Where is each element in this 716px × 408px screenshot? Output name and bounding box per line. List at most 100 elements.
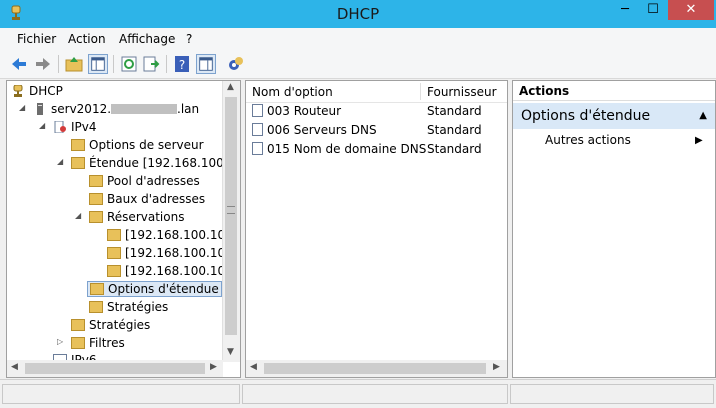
option-icon xyxy=(252,104,263,117)
collapsed-arrow-icon[interactable]: ▷ xyxy=(57,337,63,346)
dhcp-tools-icon[interactable] xyxy=(226,54,246,74)
actions-group-scope-options[interactable]: Options d'étendue ▲ xyxy=(513,103,715,129)
tree-node-address-pool[interactable]: Pool d'adresses xyxy=(89,173,200,189)
scroll-grip-icon xyxy=(227,206,235,214)
scroll-right-arrow-icon[interactable]: ▶ xyxy=(493,362,500,372)
actions-group-label: Options d'étendue xyxy=(521,108,651,124)
show-hide-console-tree-icon[interactable] xyxy=(88,54,108,74)
tree-label-scope-options: Options d'étendue xyxy=(108,282,219,296)
scroll-thumb[interactable] xyxy=(264,363,486,374)
scroll-thumb[interactable] xyxy=(225,97,237,335)
more-actions-label: Autres actions xyxy=(545,133,631,147)
expanded-arrow-icon[interactable]: ◢ xyxy=(39,121,45,130)
folder-icon xyxy=(90,283,104,295)
console-tree[interactable]: DHCP ◢ serv2012. .lan ◢ IPv4 Options de s… xyxy=(6,80,241,378)
expanded-arrow-icon[interactable]: ◢ xyxy=(57,157,63,166)
reservation-icon xyxy=(107,265,121,277)
scroll-thumb[interactable] xyxy=(25,363,205,374)
tree-node-reservation[interactable]: [192.168.100.104] r xyxy=(107,227,240,243)
list-item[interactable]: 006 Serveurs DNS xyxy=(252,121,377,139)
window-title: DHCP xyxy=(336,5,380,23)
export-list-icon[interactable] xyxy=(141,54,161,74)
tree-label-ipv4: IPv4 xyxy=(71,120,97,134)
status-bar xyxy=(0,379,716,408)
tree-node-server[interactable]: serv2012. .lan xyxy=(33,101,199,117)
tree-label-server-options: Options de serveur xyxy=(89,138,204,152)
menu-fichier[interactable]: Fichier xyxy=(17,32,56,46)
refresh-icon[interactable] xyxy=(119,54,139,74)
menu-action[interactable]: Action xyxy=(68,32,106,46)
scroll-up-arrow-icon[interactable]: ▲ xyxy=(227,82,234,92)
tree-node-scope-options[interactable]: Options d'étendue xyxy=(87,281,222,297)
scroll-right-arrow-icon[interactable]: ▶ xyxy=(210,362,217,372)
list-item[interactable]: 015 Nom de domaine DNS xyxy=(252,140,426,158)
more-actions-item[interactable]: Autres actions xyxy=(545,133,631,147)
svg-text:?: ? xyxy=(179,58,185,72)
list-item[interactable]: 003 Routeur xyxy=(252,102,341,120)
tree-node-scope-policies[interactable]: Stratégies xyxy=(89,299,168,315)
tree-node-reservation[interactable]: [192.168.100.109] l xyxy=(107,263,240,279)
folder-icon xyxy=(89,211,103,223)
tree-label-server: serv2012. xyxy=(51,102,112,116)
menu-affichage[interactable]: Affichage xyxy=(119,32,175,46)
tree-label-filters: Filtres xyxy=(89,336,125,350)
column-header-option-name[interactable]: Nom d'option xyxy=(252,82,333,102)
up-folder-icon[interactable] xyxy=(64,54,84,74)
list-horizontal-scrollbar[interactable]: ◀ ▶ xyxy=(246,360,507,377)
tree-label-address-leases: Baux d'adresses xyxy=(107,192,206,206)
option-name: 003 Routeur xyxy=(267,104,342,118)
tree-label-dhcp: DHCP xyxy=(29,84,63,98)
option-name: 015 Nom de domaine DNS xyxy=(267,142,427,156)
status-cell xyxy=(510,384,714,404)
help-icon[interactable]: ? xyxy=(172,54,192,74)
list-header: Nom d'option Fournisseur xyxy=(246,81,507,103)
server-icon xyxy=(37,103,43,115)
tree-node-server-policies[interactable]: Stratégies xyxy=(71,317,150,333)
options-list[interactable]: Nom d'option Fournisseur 003 Routeur Sta… xyxy=(245,80,508,378)
column-divider xyxy=(420,83,421,100)
toolbar-separator xyxy=(58,55,59,73)
actions-title: Actions xyxy=(513,81,715,101)
tree-label-reservations: Réservations xyxy=(107,210,185,224)
tree-label-address-pool: Pool d'adresses xyxy=(107,174,200,188)
tree-node-scope[interactable]: Étendue [192.168.100.0] N xyxy=(71,155,240,171)
tree-label-server-suffix: .lan xyxy=(177,102,200,116)
show-hide-action-pane-icon[interactable] xyxy=(196,54,216,74)
forward-icon[interactable] xyxy=(33,54,53,74)
tree-node-dhcp[interactable]: DHCP xyxy=(11,83,63,99)
tree-node-filters[interactable]: Filtres xyxy=(71,335,125,351)
option-name: 006 Serveurs DNS xyxy=(267,123,377,137)
option-vendor: Standard xyxy=(427,142,482,156)
folder-icon xyxy=(89,193,103,205)
column-header-vendor[interactable]: Fournisseur xyxy=(427,82,497,102)
tree-node-ipv4[interactable]: IPv4 xyxy=(53,119,97,135)
maximize-button[interactable]: ☐ xyxy=(640,0,666,20)
tree-label-server-policies: Stratégies xyxy=(89,318,151,332)
tree-node-reservation[interactable]: [192.168.100.103] p xyxy=(107,245,240,261)
tree-vertical-scrollbar[interactable]: ▲ ▼ xyxy=(222,81,240,362)
tree-horizontal-scrollbar[interactable]: ◀ ▶ xyxy=(7,360,223,377)
title-bar: DHCP ─ ☐ ✕ xyxy=(0,0,716,28)
expanded-arrow-icon[interactable]: ◢ xyxy=(75,211,81,220)
menu-help[interactable]: ? xyxy=(186,32,192,46)
scroll-left-arrow-icon[interactable]: ◀ xyxy=(11,362,18,372)
folder-icon xyxy=(89,175,103,187)
scroll-down-arrow-icon[interactable]: ▼ xyxy=(227,347,234,357)
ipv4-icon xyxy=(54,121,66,133)
collapse-arrow-icon[interactable]: ▲ xyxy=(699,103,707,129)
option-vendor: Standard xyxy=(427,123,482,137)
toolbar: ? xyxy=(0,50,716,79)
toolbar-separator xyxy=(113,55,114,73)
back-icon[interactable] xyxy=(9,54,29,74)
expanded-arrow-icon[interactable]: ◢ xyxy=(19,103,25,112)
tree-label-scope-policies: Stratégies xyxy=(107,300,169,314)
scroll-left-arrow-icon[interactable]: ◀ xyxy=(250,362,257,372)
minimize-button[interactable]: ─ xyxy=(612,0,638,20)
folder-icon xyxy=(71,139,85,151)
tree-node-address-leases[interactable]: Baux d'adresses xyxy=(89,191,205,207)
close-button[interactable]: ✕ xyxy=(668,0,714,20)
actions-pane: Actions Options d'étendue ▲ Autres actio… xyxy=(512,80,716,378)
option-icon xyxy=(252,142,263,155)
tree-node-reservations[interactable]: Réservations xyxy=(89,209,184,225)
tree-node-server-options[interactable]: Options de serveur xyxy=(71,137,204,153)
